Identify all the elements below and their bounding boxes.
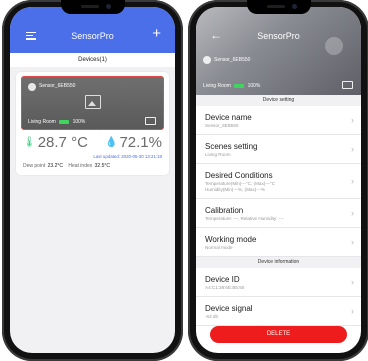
device-location: Living Room 100% [203,83,260,89]
drop-icon: 💧 [105,137,118,148]
setting-scenes[interactable]: Scenes setting Living Room › [196,135,361,164]
delete-button[interactable]: DELETE [210,326,347,343]
chevron-right-icon: › [351,237,354,247]
info-value: A4:C1:38:6E:B5:50 [205,285,245,290]
setting-value: Sensor_6EB550 [205,123,239,128]
section-device-information: Device information [196,257,361,268]
device-location: Living Room 100% [28,119,85,125]
section-device-setting: Device setting [196,95,361,106]
setting-value: Living Room [205,152,231,157]
phone-left: SensorPro + Devices(1) Sensor_6EB550 Liv… [2,0,183,361]
device-name: Sensor_6EB550 [39,83,76,89]
battery-icon [59,119,70,124]
chevron-right-icon: › [351,144,354,154]
setting-title: Calibration [205,206,244,215]
temperature-reading: 🌡 28.7 °C [23,134,88,151]
device-card[interactable]: Sensor_6EB550 Living Room 100% 🌡 28.7 °C… [16,72,169,175]
device-name: Sensor_6EB550 [214,57,251,63]
setting-value: Temperature(Min)---°C, (Max)---°C [205,181,276,186]
avatar [203,56,211,64]
info-device-id[interactable]: Device ID A4:C1:38:6E:B5:50 › [196,268,361,297]
humidity-reading: 💧 72.1% [105,134,162,151]
device-list-screen: SensorPro + Devices(1) Sensor_6EB550 Liv… [10,7,175,353]
app-title: SensorPro [257,31,300,41]
heat-index-value: 32.5°C [94,163,110,169]
chevron-right-icon: › [351,208,354,218]
chevron-right-icon: › [351,115,354,125]
dew-point-value: 23.2°C [47,163,63,169]
info-value: -63 db [205,314,219,319]
thermometer-icon: 🌡 [23,137,36,148]
setting-value: Normal mode [205,245,233,250]
setting-working-mode[interactable]: Working mode Normal mode › [196,228,361,257]
battery-level: 100% [247,83,261,89]
camera-icon[interactable] [342,81,353,89]
dew-point-label: Dew point [23,163,46,169]
app-title: SensorPro [71,31,114,41]
info-title: Device ID [205,275,240,284]
chevron-right-icon: › [351,176,354,186]
image-icon [84,95,101,109]
chevron-right-icon: › [351,306,354,316]
setting-title: Working mode [205,235,257,244]
devices-header: Devices(1) [10,53,175,67]
plus-icon[interactable]: + [152,26,161,41]
phone-notch [246,0,311,14]
setting-value-2: Humidity(Min)---%, (Max)---% [205,187,265,192]
setting-desired-conditions[interactable]: Desired Conditions Temperature(Min)---°C… [196,164,361,199]
setting-device-name[interactable]: Device name Sensor_6EB550 › [196,106,361,135]
heat-index-label: Heat index [68,163,93,169]
room-label: Living Room [203,83,231,89]
phone-notch [60,0,125,14]
device-hero-image: ← SensorPro Sensor_6EB550 Living Room 10… [196,7,361,95]
phone-right: ← SensorPro Sensor_6EB550 Living Room 10… [188,0,368,361]
readings-row: 🌡 28.7 °C 💧 72.1% [16,130,169,151]
camera-icon[interactable] [145,117,156,125]
battery-icon [234,83,245,88]
front-camera [291,4,297,9]
setting-title: Device name [205,113,252,122]
room-label: Living Room [28,119,56,125]
info-title: Device signal [205,304,253,313]
chevron-right-icon: › [351,277,354,287]
setting-title: Desired Conditions [205,171,273,180]
speaker [80,5,99,8]
device-settings-screen: ← SensorPro Sensor_6EB550 Living Room 10… [196,7,361,353]
battery-level: 100% [72,119,86,125]
setting-value: Temperature: ---, Relative Humidity: --- [205,216,284,221]
dew-heat-row: Dew point 23.2°C Heat index 32.5°C [16,159,169,169]
device-photo[interactable]: Sensor_6EB550 Living Room 100% [21,76,164,130]
setting-title: Scenes setting [205,142,258,151]
speaker [266,5,285,8]
temperature-value: 28.7 °C [37,134,88,151]
avatar [28,83,36,91]
info-device-signal[interactable]: Device signal -63 db › [196,297,361,326]
humidity-value: 72.1% [119,134,162,151]
front-camera [105,4,111,9]
setting-calibration[interactable]: Calibration Temperature: ---, Relative H… [196,199,361,228]
